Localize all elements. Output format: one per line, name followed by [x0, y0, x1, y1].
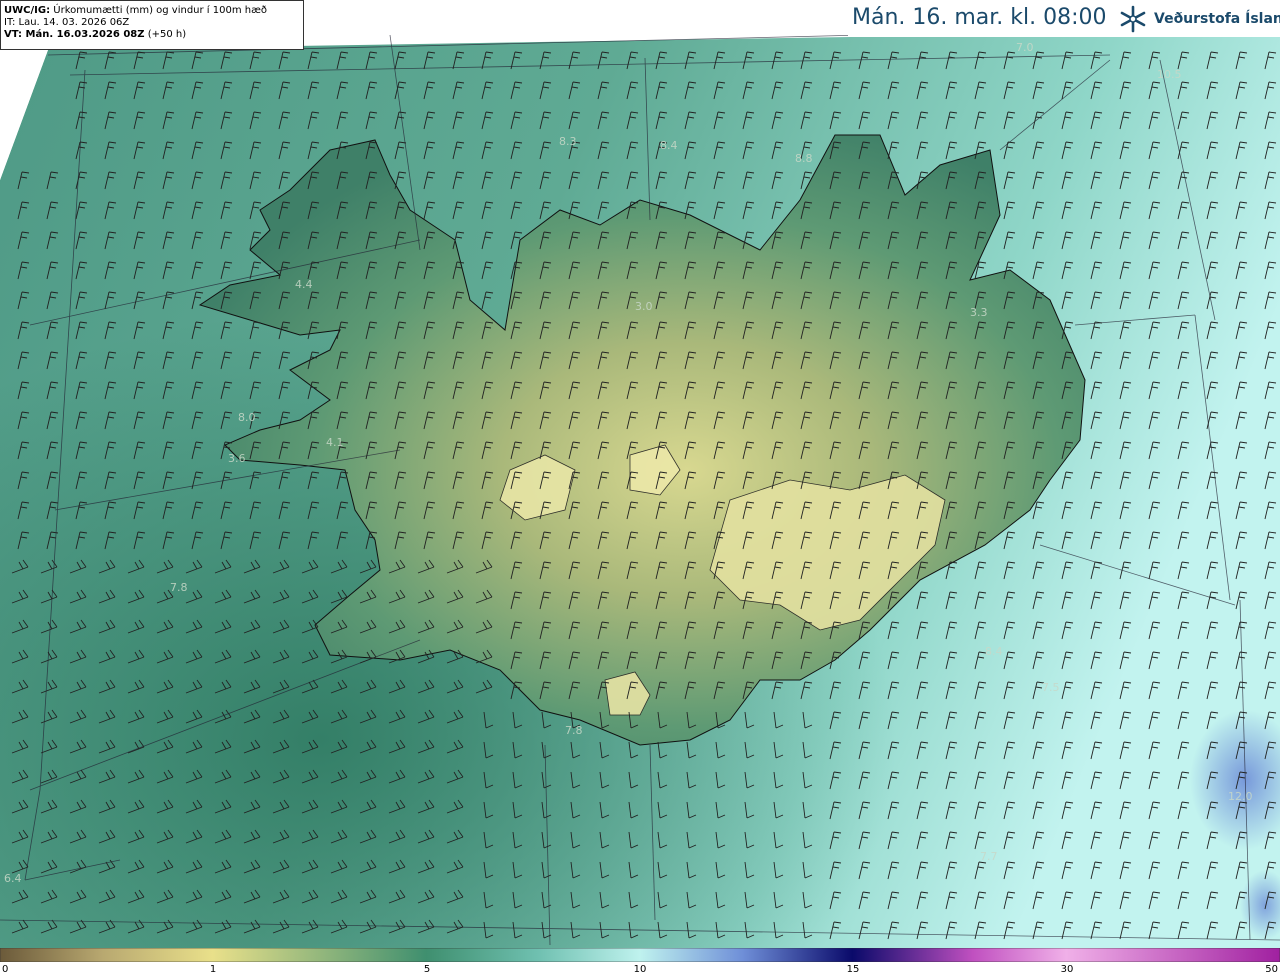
valid-time-display: Mán. 16. mar. kl. 08:00 — [852, 5, 1107, 30]
map-label-14: 7.5 — [1042, 681, 1060, 694]
map-label-18: 6.4 — [4, 872, 22, 885]
valid-offset: (+50 h) — [147, 29, 187, 40]
colorbar-tick-5: 5 — [423, 964, 431, 975]
map-label-17: 7.7 — [980, 850, 998, 863]
map-label-15: 7.8 — [565, 724, 583, 737]
forecast-info-box: UWC/IG: Úrkomumætti (mm) og vindur í 100… — [0, 0, 304, 50]
precipitation-wind-map: 7.0 10.5 8.3 8.4 8.8 4.4 3.0 3.3 8.0 4.1… — [0, 0, 1280, 948]
map-label-13: 8.4 — [985, 645, 1003, 658]
colorbar-tick-labels: 0 1 5 10 15 30 50 — [0, 962, 1280, 978]
map-label-7: 3.0 — [635, 300, 653, 313]
init-time: IT: Lau. 14. 03. 2026 06Z — [4, 17, 130, 28]
precipitation-colorbar — [0, 948, 1280, 962]
map-label-9: 8.0 — [238, 411, 256, 424]
colorbar-tick-30: 30 — [1060, 964, 1074, 975]
colorbar-tick-50: 50 — [1265, 964, 1278, 975]
map-label-3: 8.3 — [559, 135, 577, 148]
product-title-row: UWC/IG: Úrkomumætti (mm) og vindur í 100… — [4, 5, 300, 17]
colorbar-tick-1: 1 — [209, 964, 217, 975]
map-label-2: 10.5 — [1157, 68, 1182, 81]
valid-time-header: Mán. 16. mar. kl. 08:00 Veðurstofa Íslan… — [848, 0, 1280, 37]
valid-time-row: VT: Mán. 16.03.2026 08Z (+50 h) — [4, 29, 300, 41]
map-label-6: 4.4 — [295, 278, 313, 291]
vedurstofa-logo: Veðurstofa Íslands — [1118, 4, 1280, 34]
map-label-1: 7.0 — [1016, 41, 1034, 54]
map-viewer: 7.0 10.5 8.3 8.4 8.8 4.4 3.0 3.3 8.0 4.1… — [0, 0, 1280, 978]
map-label-12: 7.8 — [170, 581, 188, 594]
colorbar-tick-10: 10 — [633, 964, 647, 975]
product-prefix: UWC/IG: — [4, 5, 51, 16]
snowflake-arrows-icon — [1120, 5, 1146, 33]
map-label-8: 3.3 — [970, 306, 988, 319]
map-label-11: 3.6 — [228, 452, 246, 465]
product-title: Úrkomumætti (mm) og vindur í 100m hæð — [53, 5, 268, 16]
map-label-10: 4.1 — [326, 436, 344, 449]
map-label-5: 8.8 — [795, 152, 813, 165]
logo-text: Veðurstofa Íslands — [1154, 11, 1280, 27]
valid-prefix: VT: Mán. 16.03.2026 08Z — [4, 29, 145, 40]
colorbar-tick-15: 15 — [846, 964, 860, 975]
colorbar-tick-0: 0 — [2, 964, 9, 975]
map-label-4: 8.4 — [660, 139, 678, 152]
map-label-16: 12.0 — [1228, 790, 1253, 803]
